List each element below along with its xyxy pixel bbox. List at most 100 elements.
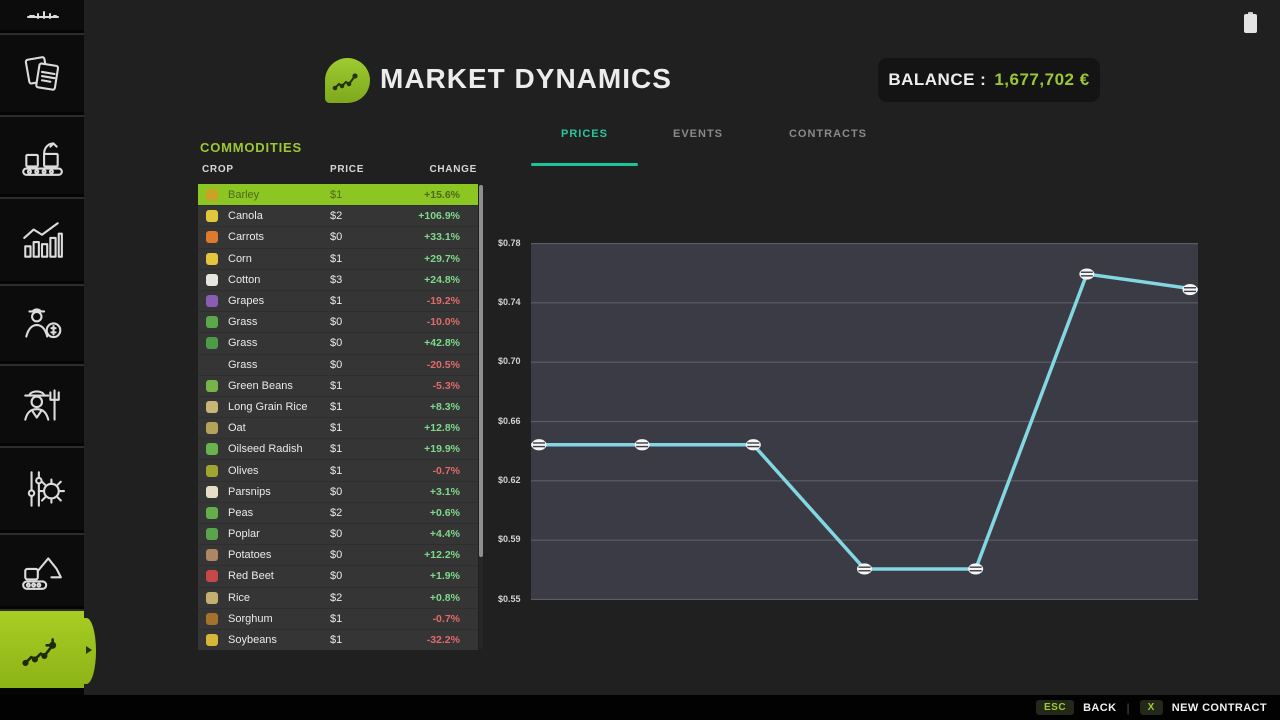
hint-new-contract[interactable]: NEW CONTRACT bbox=[1172, 702, 1267, 714]
commodity-row-peas[interactable]: Peas$2+0.6% bbox=[198, 502, 478, 523]
parsnips-crop-icon bbox=[206, 486, 218, 498]
crop-price: $1 bbox=[330, 634, 415, 646]
crop-price: $1 bbox=[330, 380, 415, 392]
balance-value: 1,677,702 € bbox=[994, 70, 1089, 90]
crop-name: Corn bbox=[228, 253, 330, 265]
price-chart bbox=[531, 243, 1198, 600]
commodity-row-grass[interactable]: Grass$0-20.5% bbox=[198, 354, 478, 375]
column-crop: CROP bbox=[198, 164, 330, 180]
sidebar-item-settings[interactable] bbox=[0, 446, 84, 530]
crop-price: $1 bbox=[330, 422, 415, 434]
data-point-marker bbox=[857, 563, 872, 574]
commodities-scrollbar[interactable] bbox=[479, 185, 483, 649]
crop-price: $1 bbox=[330, 401, 415, 413]
crop-change: -10.0% bbox=[415, 316, 478, 328]
crop-name: Olives bbox=[228, 465, 330, 477]
sidebar-item-machinery[interactable] bbox=[0, 533, 84, 606]
crop-name: Parsnips bbox=[228, 486, 330, 498]
sidebar-item-statistics[interactable] bbox=[0, 197, 84, 281]
data-point-marker bbox=[1079, 268, 1094, 279]
crop-change: +3.1% bbox=[415, 486, 478, 498]
tab-prices[interactable]: PRICES bbox=[531, 112, 638, 156]
oilseed-radish-crop-icon bbox=[206, 443, 218, 455]
market-trends-icon bbox=[16, 624, 68, 676]
crop-price: $0 bbox=[330, 570, 415, 582]
sidebar-item-production[interactable] bbox=[0, 115, 84, 194]
commodity-row-corn[interactable]: Corn$1+29.7% bbox=[198, 248, 478, 269]
commodity-row-rice[interactable]: Rice$2+0.8% bbox=[198, 587, 478, 608]
commodity-row-barley[interactable]: Barley$1+15.6% bbox=[198, 184, 478, 205]
page-title: MARKET DYNAMICS bbox=[380, 63, 672, 95]
scrollbar-thumb[interactable] bbox=[479, 185, 483, 557]
commodity-row-sorghum[interactable]: Sorghum$1-0.7% bbox=[198, 608, 478, 629]
farmer-icon bbox=[19, 382, 65, 428]
sorghum-crop-icon bbox=[206, 613, 218, 625]
commodity-row-olives[interactable]: Olives$1-0.7% bbox=[198, 459, 478, 480]
commodity-row-green-beans[interactable]: Green Beans$1-5.3% bbox=[198, 375, 478, 396]
crop-change: +42.8% bbox=[415, 337, 478, 349]
commodity-row-red-beet[interactable]: Red Beet$0+1.9% bbox=[198, 565, 478, 586]
hint-back[interactable]: BACK bbox=[1083, 702, 1116, 714]
commodity-row-poplar[interactable]: Poplar$0+4.4% bbox=[198, 523, 478, 544]
crop-change: +15.6% bbox=[415, 189, 478, 201]
crop-change: +1.9% bbox=[415, 570, 478, 582]
crop-change: +19.9% bbox=[415, 443, 478, 455]
crop-name: Oilseed Radish bbox=[228, 443, 330, 455]
tab-bar: PRICESEVENTSCONTRACTS bbox=[531, 112, 898, 156]
keycap-esc[interactable]: ESC bbox=[1036, 700, 1074, 715]
oat-crop-icon bbox=[206, 422, 218, 434]
commodity-row-canola[interactable]: Canola$2+106.9% bbox=[198, 205, 478, 226]
commodity-row-potatoes[interactable]: Potatoes$0+12.2% bbox=[198, 544, 478, 565]
crop-price: $2 bbox=[330, 507, 415, 519]
sidebar-item-overview[interactable] bbox=[0, 0, 84, 30]
commodity-row-grass[interactable]: Grass$0+42.8% bbox=[198, 332, 478, 353]
keycap-x[interactable]: X bbox=[1140, 700, 1163, 715]
documents-icon bbox=[19, 51, 65, 97]
sidebar-item-farming[interactable] bbox=[0, 364, 84, 443]
crop-name: Poplar bbox=[228, 528, 330, 540]
crop-price: $1 bbox=[330, 189, 415, 201]
crop-change: +4.4% bbox=[415, 528, 478, 540]
crop-name: Peas bbox=[228, 507, 330, 519]
crop-change: +33.1% bbox=[415, 231, 478, 243]
balance-badge: BALANCE : 1,677,702 € bbox=[878, 58, 1100, 102]
y-tick-label: $0.59 bbox=[498, 534, 530, 544]
crop-price: $1 bbox=[330, 465, 415, 477]
crop-price: $1 bbox=[330, 443, 415, 455]
commodity-row-long-grain-rice[interactable]: Long Grain Rice$1+8.3% bbox=[198, 396, 478, 417]
green-beans-crop-icon bbox=[206, 380, 218, 392]
crop-change: +0.6% bbox=[415, 507, 478, 519]
potatoes-crop-icon bbox=[206, 549, 218, 561]
sidebar bbox=[0, 0, 84, 720]
commodity-row-carrots[interactable]: Carrots$0+33.1% bbox=[198, 226, 478, 247]
crop-name: Long Grain Rice bbox=[228, 401, 330, 413]
commodity-row-grapes[interactable]: Grapes$1-19.2% bbox=[198, 290, 478, 311]
crop-price: $0 bbox=[330, 359, 415, 371]
poplar-crop-icon bbox=[206, 528, 218, 540]
tab-events[interactable]: EVENTS bbox=[638, 112, 758, 156]
commodity-row-oilseed-radish[interactable]: Oilseed Radish$1+19.9% bbox=[198, 438, 478, 459]
crop-change: +29.7% bbox=[415, 253, 478, 265]
crop-change: -5.3% bbox=[415, 380, 478, 392]
commodity-row-soybeans[interactable]: Soybeans$1-32.2% bbox=[198, 629, 478, 650]
production-icon bbox=[19, 133, 65, 179]
commodity-row-parsnips[interactable]: Parsnips$0+3.1% bbox=[198, 481, 478, 502]
crop-change: +12.8% bbox=[415, 422, 478, 434]
data-point-marker bbox=[532, 439, 547, 450]
sidebar-item-market-dynamics[interactable] bbox=[0, 609, 84, 688]
crop-name: Grass bbox=[228, 359, 330, 371]
crop-name: Rice bbox=[228, 592, 330, 604]
sidebar-item-documents[interactable] bbox=[0, 33, 84, 112]
crop-price: $1 bbox=[330, 295, 415, 307]
crop-change: -20.5% bbox=[415, 359, 478, 371]
commodities-title: COMMODITIES bbox=[200, 140, 302, 155]
crop-change: +12.2% bbox=[415, 549, 478, 561]
commodity-row-grass[interactable]: Grass$0-10.0% bbox=[198, 311, 478, 332]
y-tick-label: $0.55 bbox=[498, 594, 530, 604]
commodity-row-oat[interactable]: Oat$1+12.8% bbox=[198, 417, 478, 438]
commodity-row-cotton[interactable]: Cotton$3+24.8% bbox=[198, 269, 478, 290]
tab-contracts[interactable]: CONTRACTS bbox=[758, 112, 898, 156]
sidebar-item-sales[interactable] bbox=[0, 284, 84, 361]
hint-divider: | bbox=[1126, 701, 1129, 715]
trend-leaf-icon bbox=[325, 58, 370, 103]
